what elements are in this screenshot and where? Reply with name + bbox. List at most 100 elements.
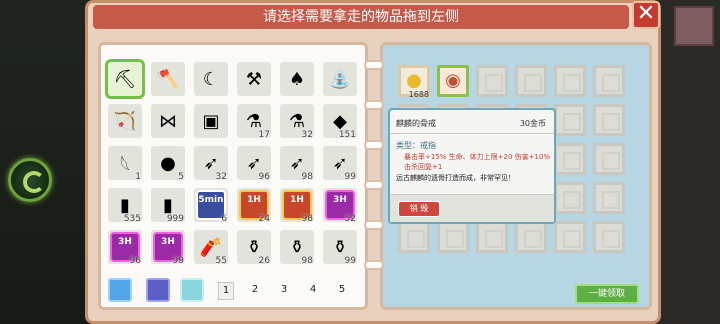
tooltip-stat-line: 击杀回复+1 bbox=[404, 163, 443, 171]
selected-slot[interactable] bbox=[593, 221, 625, 253]
selected-slot[interactable] bbox=[593, 65, 625, 97]
sickle-icon: ☾ bbox=[202, 68, 220, 90]
item-quantity: 5 bbox=[178, 172, 184, 182]
brick-block bbox=[674, 6, 714, 46]
item-quantity: 96 bbox=[129, 256, 141, 266]
binder-ring bbox=[364, 140, 384, 150]
item-quantity: 26 bbox=[258, 256, 270, 266]
item-quantity: 32 bbox=[215, 172, 227, 182]
inventory-slot[interactable]: ⚒ bbox=[237, 62, 271, 96]
inventory-slot[interactable]: ➶ 98 bbox=[280, 146, 314, 182]
selected-slot[interactable] bbox=[554, 65, 586, 97]
selected-slot[interactable]: ● 1688 bbox=[398, 65, 430, 99]
binder-ring bbox=[364, 60, 384, 70]
tooltip-stat-line: 暴击率+15% 生命、体力上限+20 伤害+10% bbox=[404, 153, 551, 161]
selected-slot[interactable] bbox=[437, 221, 469, 253]
item-quantity: 535 bbox=[123, 214, 141, 224]
tooltip-item-name: 麒麟的骨戒 bbox=[396, 119, 436, 128]
selected-slot[interactable] bbox=[554, 182, 586, 214]
barrel-icon: ▣ bbox=[202, 110, 220, 132]
page-number-5[interactable]: 5 bbox=[334, 284, 350, 295]
binder-ring bbox=[364, 180, 384, 190]
inventory-slot[interactable]: 🏹 bbox=[108, 104, 142, 138]
selected-slot[interactable] bbox=[554, 104, 586, 136]
watering-can-icon: ⛲ bbox=[328, 68, 352, 90]
selected-slot[interactable] bbox=[476, 221, 508, 253]
inventory-slot[interactable]: 🪓 bbox=[151, 62, 185, 96]
page-number-2[interactable]: 2 bbox=[247, 284, 263, 295]
inventory-slot[interactable]: ◆ 151 bbox=[323, 104, 357, 140]
item-quantity: 99 bbox=[344, 172, 356, 182]
inventory-slot[interactable]: ▣ bbox=[194, 104, 228, 138]
item-quantity: 98 bbox=[301, 172, 313, 182]
collect-all-button[interactable]: 一键领取 bbox=[575, 284, 639, 304]
inventory-slot[interactable]: ⚗ 32 bbox=[280, 104, 314, 140]
item-quantity: 1688 bbox=[408, 90, 429, 99]
selected-slot[interactable] bbox=[476, 65, 508, 97]
selected-slot[interactable] bbox=[515, 221, 547, 253]
selected-slot[interactable] bbox=[554, 143, 586, 175]
inventory-slot[interactable]: ➶ 32 bbox=[194, 146, 228, 182]
axe-icon: 🪓 bbox=[156, 68, 180, 90]
selected-slot[interactable]: ◉ bbox=[437, 65, 469, 97]
expand-view-icon[interactable] bbox=[180, 278, 204, 302]
inventory-slot[interactable]: 3H 52 bbox=[323, 188, 357, 224]
skill-orb-icon[interactable] bbox=[8, 158, 52, 202]
inventory-slot[interactable]: 1H 98 bbox=[280, 188, 314, 224]
inventory-slot[interactable]: ⚱ 98 bbox=[280, 230, 314, 266]
item-quantity: 52 bbox=[344, 214, 356, 224]
selected-slot[interactable] bbox=[398, 221, 430, 253]
bag-view-icon[interactable] bbox=[146, 278, 170, 302]
inventory-slot[interactable]: ➶ 96 bbox=[237, 146, 271, 182]
page-number-1[interactable]: 1 bbox=[218, 282, 234, 300]
inventory-slot[interactable]: ♠ bbox=[280, 62, 314, 96]
tooltip-item-type: 类型：戒指 bbox=[396, 141, 436, 150]
page-number-4[interactable]: 4 bbox=[305, 284, 321, 295]
page-number-3[interactable]: 3 bbox=[276, 284, 292, 295]
selected-slot[interactable] bbox=[554, 221, 586, 253]
tooltip-footer: 销 毁 bbox=[390, 194, 554, 222]
inventory-slot[interactable]: 1H 24 bbox=[237, 188, 271, 224]
selected-slot[interactable] bbox=[593, 143, 625, 175]
inventory-slot[interactable]: ▮ 535 bbox=[108, 188, 142, 224]
item-quantity: 98 bbox=[301, 214, 313, 224]
inventory-slot[interactable]: ● 5 bbox=[151, 146, 185, 182]
inventory-slot[interactable]: ⚗ 17 bbox=[237, 104, 271, 140]
tooltip-description: 远古麒麟的遗骨打造而成，非常罕见！ bbox=[396, 174, 515, 182]
item-quantity: 6 bbox=[221, 214, 227, 224]
binder-ring bbox=[364, 260, 384, 270]
inventory-slot[interactable]: 𓆩1 bbox=[108, 146, 142, 182]
inventory-slot[interactable]: 5min 6 bbox=[194, 188, 228, 224]
item-tooltip: 麒麟的骨戒 30金币 类型：戒指 暴击率+15% 生命、体力上限+20 伤害+1… bbox=[388, 108, 556, 224]
item-quantity: 1 bbox=[135, 172, 141, 182]
inventory-slot[interactable]: 🧨 55 bbox=[194, 230, 228, 266]
inventory-slot[interactable]: ⋈ bbox=[151, 104, 185, 138]
selected-slot[interactable] bbox=[593, 182, 625, 214]
binder-ring bbox=[364, 100, 384, 110]
inventory-slot[interactable]: 3H 99 bbox=[151, 230, 185, 266]
pickaxe-icon: ⛏ bbox=[113, 68, 137, 90]
inventory-slot[interactable]: ⛲ bbox=[323, 62, 357, 96]
shovel-icon: ♠ bbox=[288, 68, 306, 90]
inventory-slot[interactable]: 3H 96 bbox=[108, 230, 142, 266]
item-quantity: 151 bbox=[338, 130, 356, 140]
game-background-left bbox=[0, 0, 90, 324]
inventory-slot[interactable]: ☾ bbox=[194, 62, 228, 96]
inventory-slot[interactable]: ▮ 999 bbox=[151, 188, 185, 224]
selected-slot[interactable] bbox=[593, 104, 625, 136]
inventory-slot[interactable]: ⛏ bbox=[105, 59, 145, 99]
selected-slot[interactable] bbox=[515, 65, 547, 97]
bowtie-icon: ⋈ bbox=[159, 110, 177, 132]
item-quantity: 32 bbox=[301, 130, 313, 140]
inventory-slot[interactable]: ⚱ 26 bbox=[237, 230, 271, 266]
hoe-icon: ⚒ bbox=[245, 68, 263, 90]
ring-icon: ◉ bbox=[445, 70, 461, 91]
close-button[interactable]: ✕ bbox=[632, 1, 660, 29]
item-quantity: 55 bbox=[215, 256, 227, 266]
destroy-button[interactable]: 销 毁 bbox=[398, 201, 440, 217]
inventory-slot[interactable]: ➶ 99 bbox=[323, 146, 357, 182]
grid-view-icon[interactable] bbox=[108, 278, 132, 302]
bow-icon: 🏹 bbox=[113, 110, 137, 132]
inventory-slot[interactable]: ⚱ 99 bbox=[323, 230, 357, 266]
item-quantity: 98 bbox=[301, 256, 313, 266]
